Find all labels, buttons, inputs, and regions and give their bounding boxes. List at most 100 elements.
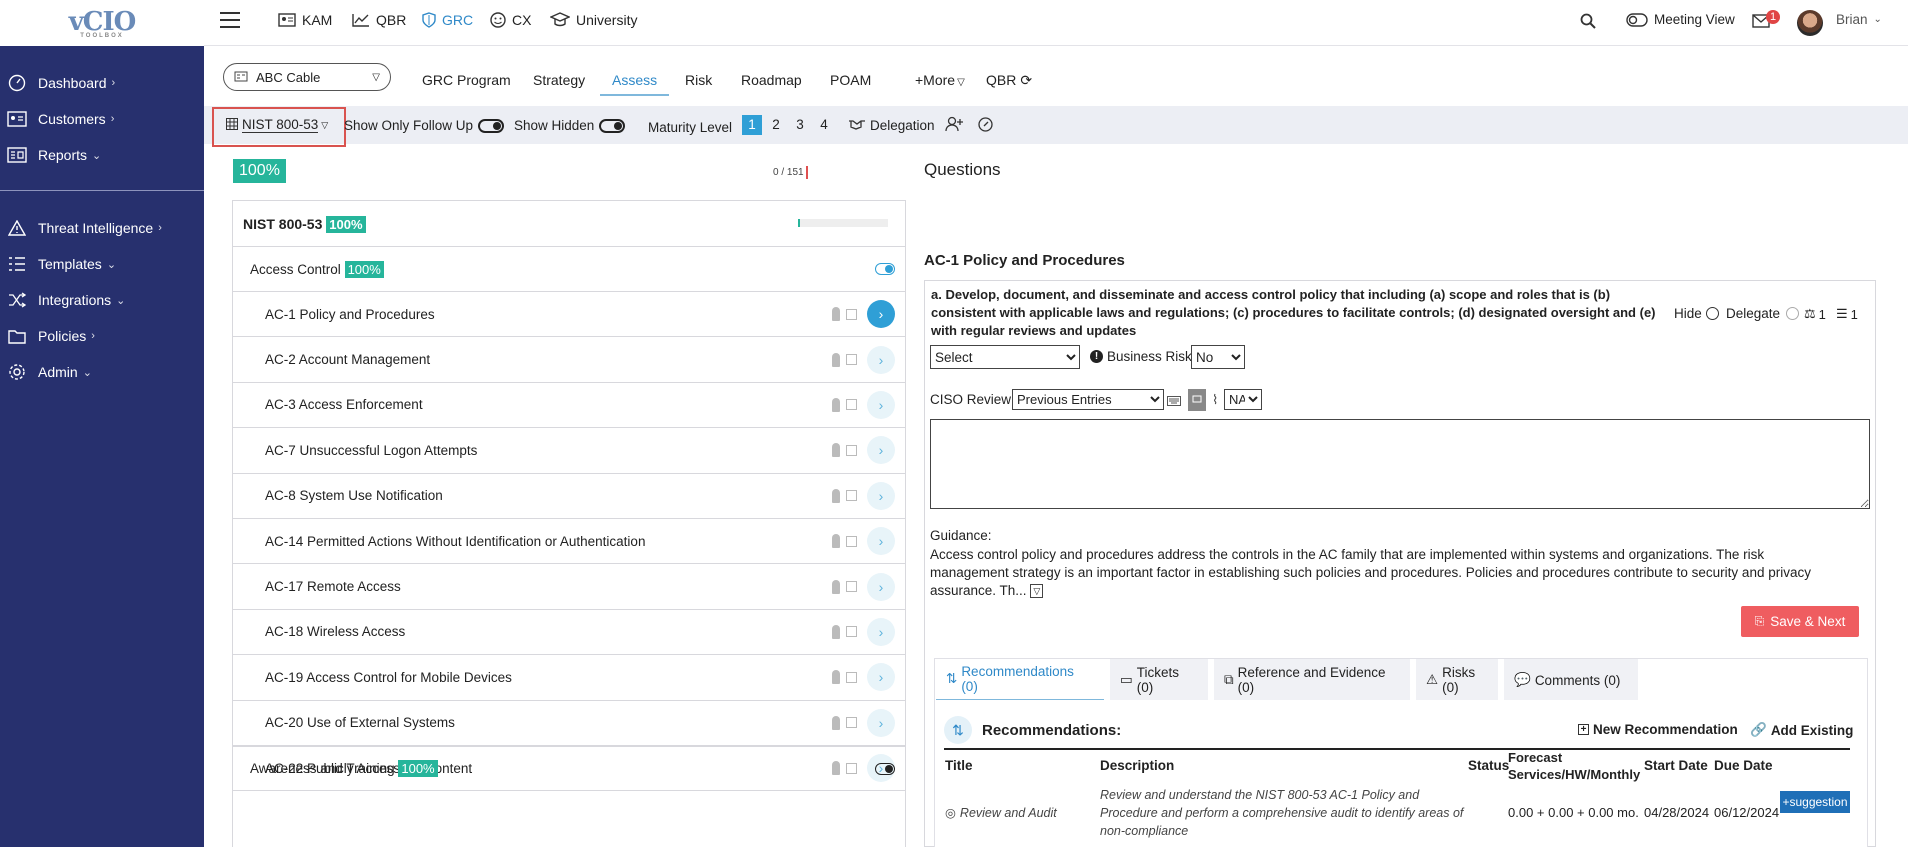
show-hidden-toggle[interactable]: Show Hidden <box>514 118 626 133</box>
search-icon[interactable] <box>1580 13 1596 32</box>
tab-recommendations[interactable]: ⇅ Recommendations (0) <box>936 659 1104 701</box>
add-existing-button[interactable]: 🔗 Add Existing <box>1750 722 1853 738</box>
hamburger-menu-icon[interactable] <box>220 11 240 29</box>
chevron-right-icon[interactable]: › <box>867 481 895 510</box>
control-row[interactable]: AC-3 Access Enforcement › <box>233 383 905 429</box>
tab-qbr[interactable]: QBR ⟳ <box>986 72 1032 89</box>
chevron-right-icon[interactable]: › <box>867 527 895 556</box>
flag-icon[interactable] <box>846 490 857 502</box>
control-row[interactable]: AC-18 Wireless Access › <box>233 610 905 656</box>
user-icon[interactable] <box>832 534 840 549</box>
control-row[interactable]: AC-2 Account Management › <box>233 337 905 383</box>
topnav-kam[interactable]: KAM <box>278 12 332 28</box>
flag-icon[interactable] <box>846 581 857 593</box>
list-count[interactable]: ☰ 1 <box>1836 306 1858 322</box>
flag-icon[interactable] <box>846 717 857 729</box>
tab-tickets[interactable]: ▭ Tickets (0) <box>1110 659 1208 701</box>
chevron-right-icon[interactable]: › <box>867 663 895 692</box>
chevron-right-icon[interactable]: › <box>867 300 895 329</box>
flag-icon[interactable] <box>846 535 857 547</box>
chevron-right-icon[interactable]: › <box>867 617 895 646</box>
user-icon[interactable] <box>832 488 840 503</box>
flag-icon[interactable] <box>846 671 857 683</box>
maturity-level-3[interactable]: 3 <box>790 115 810 135</box>
user-icon[interactable] <box>832 579 840 594</box>
tab-more[interactable]: +More ▽ <box>915 72 965 88</box>
family-toggle[interactable] <box>875 263 895 275</box>
logo[interactable]: vCIO TOOLBOX <box>0 0 204 46</box>
flag-icon[interactable] <box>846 626 857 638</box>
customer-select[interactable]: ABC Cable ▽ <box>223 63 391 91</box>
flag-icon[interactable] <box>846 354 857 366</box>
tab-assess[interactable]: Assess <box>600 72 670 96</box>
user-icon[interactable] <box>832 443 840 458</box>
notifications-icon[interactable]: 1 <box>1752 10 1782 34</box>
family-row-access-control[interactable]: Access Control 100% <box>233 247 905 292</box>
follow-up-toggle[interactable]: Show Only Follow Up <box>344 118 505 133</box>
add-user-icon[interactable] <box>945 116 963 135</box>
maturity-level-1[interactable]: 1 <box>742 115 763 135</box>
chevron-right-icon[interactable]: › <box>867 390 895 419</box>
user-icon[interactable] <box>832 715 840 730</box>
flag-icon[interactable] <box>846 308 857 320</box>
chevron-right-icon[interactable]: › <box>867 708 895 737</box>
tab-grc-program[interactable]: GRC Program <box>422 72 511 88</box>
maturity-level-2[interactable]: 2 <box>766 115 786 135</box>
avatar[interactable] <box>1797 10 1823 36</box>
tab-roadmap[interactable]: Roadmap <box>741 72 802 88</box>
suggestion-button[interactable]: +suggestion <box>1780 791 1850 813</box>
user-icon[interactable] <box>832 624 840 639</box>
sidebar-item-dashboard[interactable]: Dashboard › <box>0 68 204 98</box>
framework-row[interactable]: NIST 800-53 100% <box>233 201 905 247</box>
control-row[interactable]: AC-20 Use of External Systems › <box>233 701 905 746</box>
hide-radio[interactable]: Hide <box>1674 306 1719 321</box>
sidebar-item-threat-intelligence[interactable]: Threat Intelligence › <box>0 213 204 243</box>
control-row[interactable]: AC-14 Permitted Actions Without Identifi… <box>233 519 905 565</box>
user-icon[interactable] <box>832 352 840 367</box>
tab-reference-evidence[interactable]: ⧉ Reference and Evidence (0) <box>1214 659 1410 701</box>
sidebar-item-admin[interactable]: Admin ⌄ <box>0 357 204 387</box>
compass-icon[interactable] <box>978 117 993 135</box>
topnav-qbr[interactable]: QBR <box>352 12 406 28</box>
sidebar-item-reports[interactable]: Reports ⌄ <box>0 140 204 170</box>
tab-risk[interactable]: Risk <box>685 72 712 88</box>
keyboard-icon[interactable] <box>1167 393 1181 409</box>
paperclip-icon[interactable]: ⌇ <box>1212 392 1218 408</box>
maturity-level-4[interactable]: 4 <box>814 115 834 135</box>
topnav-grc[interactable]: GRC <box>422 12 473 28</box>
meeting-view-toggle[interactable]: Meeting View <box>1626 12 1735 27</box>
business-risk-select[interactable]: No <box>1191 345 1245 369</box>
topnav-cx[interactable]: CX <box>490 12 531 28</box>
comment-icon[interactable] <box>1188 389 1206 411</box>
sidebar-item-policies[interactable]: Policies › <box>0 321 204 351</box>
evidence-count[interactable]: ⚖ 1 <box>1804 306 1826 322</box>
topnav-university[interactable]: University <box>550 12 637 28</box>
delegate-control[interactable]: Delegate <box>1726 306 1800 321</box>
chevron-right-icon[interactable]: › <box>867 436 895 465</box>
sidebar-item-customers[interactable]: Customers › <box>0 104 204 134</box>
control-row[interactable]: AC-8 System Use Notification › <box>233 474 905 519</box>
chevron-right-icon[interactable]: › <box>867 345 895 374</box>
family-row-awareness-training[interactable]: Awareness and Training 100% <box>233 746 905 791</box>
control-row[interactable]: AC-7 Unsuccessful Logon Attempts › <box>233 428 905 474</box>
sidebar-item-integrations[interactable]: Integrations ⌄ <box>0 285 204 315</box>
save-next-button[interactable]: ⎘ Save & Next <box>1741 606 1859 637</box>
control-row[interactable]: AC-17 Remote Access › <box>233 564 905 610</box>
na-select[interactable]: NA <box>1224 389 1262 410</box>
answer-select[interactable]: Select <box>930 345 1080 369</box>
user-menu[interactable]: Brian ⌄ <box>1836 12 1882 27</box>
review-textarea[interactable] <box>930 419 1870 509</box>
tab-strategy[interactable]: Strategy <box>533 72 585 88</box>
chevron-right-icon[interactable]: › <box>867 572 895 601</box>
delegation-button[interactable]: Delegation <box>848 118 935 133</box>
user-icon[interactable] <box>832 397 840 412</box>
flag-icon[interactable] <box>846 399 857 411</box>
expand-icon[interactable]: ▽ <box>1030 584 1044 599</box>
ciso-review-select[interactable]: Previous Entries <box>1012 389 1164 410</box>
tab-risks[interactable]: ⚠ Risks (0) <box>1416 659 1498 701</box>
tab-comments[interactable]: 💬 Comments (0) <box>1504 659 1638 701</box>
flag-icon[interactable] <box>846 444 857 456</box>
sidebar-item-templates[interactable]: Templates ⌄ <box>0 249 204 279</box>
new-recommendation-button[interactable]: + New Recommendation <box>1578 722 1738 737</box>
control-row[interactable]: AC-19 Access Control for Mobile Devices › <box>233 655 905 701</box>
